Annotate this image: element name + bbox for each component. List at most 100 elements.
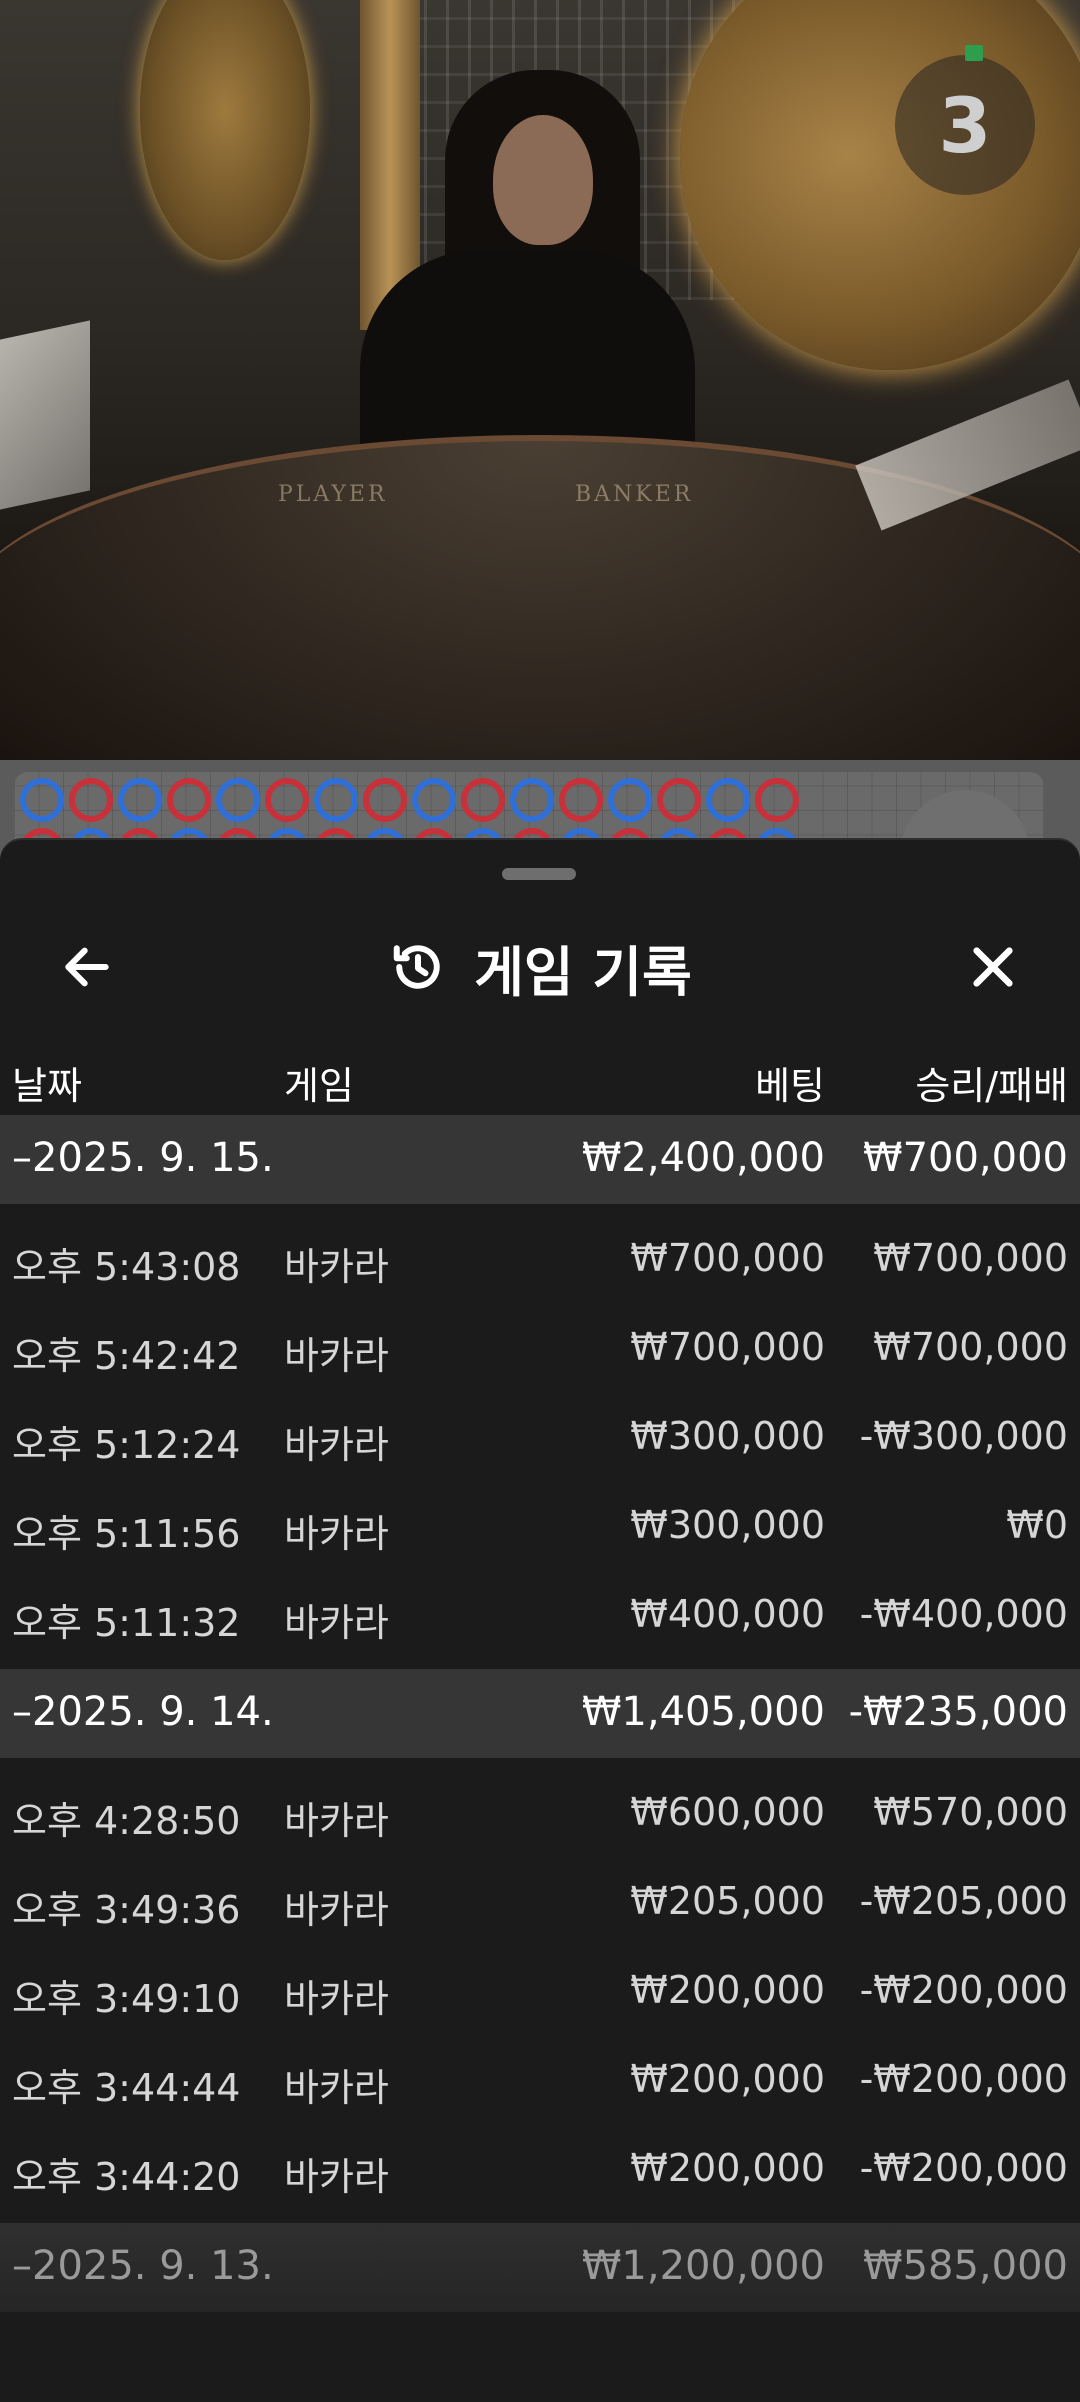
entry-bet: ₩300,000 <box>630 1503 825 1547</box>
entry-time: 오후 3:44:20 <box>12 2155 241 2199</box>
day-bet-total: ₩2,400,000 <box>581 1135 825 1181</box>
history-row[interactable]: 오후 4:28:50 바카라 ₩600,000 ₩570,000 <box>0 1768 1080 1857</box>
entry-game: 바카라 <box>284 1512 389 1556</box>
entry-win-loss: ₩570,000 <box>873 1790 1068 1834</box>
sheet-title-group: 게임 기록 <box>0 927 1080 1007</box>
entry-time: 오후 5:42:42 <box>12 1334 241 1378</box>
entry-time: 오후 5:11:56 <box>12 1512 241 1556</box>
history-row[interactable]: 오후 5:43:08 바카라 ₩700,000 ₩700,000 <box>0 1214 1080 1303</box>
entry-game: 바카라 <box>284 1334 389 1378</box>
entry-bet: ₩205,000 <box>630 1879 825 1923</box>
entry-time: 오후 3:49:36 <box>12 1888 241 1932</box>
road-bead-red <box>69 778 113 822</box>
road-bead-red <box>559 778 603 822</box>
history-row[interactable]: 오후 5:11:56 바카라 ₩300,000 ₩0 <box>0 1481 1080 1570</box>
day-summary-row[interactable]: –2025. 9. 14. ₩1,405,000 -₩235,000 <box>0 1669 1080 1758</box>
history-row[interactable]: 오후 3:49:36 바카라 ₩205,000 -₩205,000 <box>0 1857 1080 1946</box>
history-row[interactable]: 오후 5:42:42 바카라 ₩700,000 ₩700,000 <box>0 1303 1080 1392</box>
day-win-loss-total: -₩235,000 <box>848 1689 1068 1735</box>
road-bead-blue <box>118 778 162 822</box>
entry-game: 바카라 <box>284 2155 389 2199</box>
history-list: –2025. 9. 15. ₩2,400,000 ₩700,000 오후 5:4… <box>0 1115 1080 2312</box>
column-game: 게임 <box>284 1064 354 1108</box>
road-bead-red <box>461 778 505 822</box>
road-bead-red <box>657 778 701 822</box>
entry-time: 오후 5:11:32 <box>12 1601 241 1645</box>
entry-time: 오후 3:44:44 <box>12 2066 241 2110</box>
history-row[interactable]: 오후 3:44:20 바카라 ₩200,000 -₩200,000 <box>0 2124 1080 2213</box>
entry-game: 바카라 <box>284 1799 389 1843</box>
entry-game: 바카라 <box>284 1977 389 2021</box>
table-label-banker: BANKER <box>575 482 694 507</box>
entry-bet: ₩200,000 <box>630 2057 825 2101</box>
entry-game: 바카라 <box>284 2066 389 2110</box>
road-bead-blue <box>216 778 260 822</box>
entry-time: 오후 5:43:08 <box>12 1245 241 1289</box>
entry-win-loss: -₩205,000 <box>859 1879 1068 1923</box>
history-row[interactable]: 오후 5:12:24 바카라 ₩300,000 -₩300,000 <box>0 1392 1080 1481</box>
entry-game: 바카라 <box>284 1888 389 1932</box>
entry-win-loss: -₩400,000 <box>859 1592 1068 1636</box>
entry-game: 바카라 <box>284 1601 389 1645</box>
road-bead-blue <box>608 778 652 822</box>
game-history-sheet: 게임 기록 날짜 게임 베팅 승리/패배 –2025. 9. 15. ₩2,40… <box>0 838 1080 2402</box>
sheet-title: 게임 기록 <box>474 940 692 1004</box>
day-date: –2025. 9. 14. <box>12 1689 274 1735</box>
close-button[interactable] <box>948 922 1038 1012</box>
entry-win-loss: ₩0 <box>1006 1503 1068 1547</box>
road-bead-red <box>363 778 407 822</box>
decorative-panel-right <box>680 0 1080 370</box>
day-summary-row[interactable]: –2025. 9. 13. ₩1,200,000 ₩585,000 <box>0 2223 1080 2312</box>
card-shoe <box>0 320 90 510</box>
history-row[interactable]: 오후 5:11:32 바카라 ₩400,000 -₩400,000 <box>0 1570 1080 1659</box>
column-bet: 베팅 <box>755 1064 825 1108</box>
entry-game: 바카라 <box>284 1245 389 1289</box>
table-label-player: PLAYER <box>278 482 388 507</box>
entry-win-loss: -₩200,000 <box>859 1968 1068 2012</box>
dealer-face <box>493 115 593 245</box>
decorative-panel-left <box>140 0 310 260</box>
day-date: –2025. 9. 13. <box>12 2243 274 2289</box>
day-summary-row[interactable]: –2025. 9. 15. ₩2,400,000 ₩700,000 <box>0 1115 1080 1204</box>
entry-bet: ₩200,000 <box>630 1968 825 2012</box>
entry-bet: ₩400,000 <box>630 1592 825 1636</box>
entry-bet: ₩700,000 <box>630 1325 825 1369</box>
entry-time: 오후 4:28:50 <box>12 1799 241 1843</box>
entry-game: 바카라 <box>284 1423 389 1467</box>
road-bead-blue <box>314 778 358 822</box>
countdown-number: 3 <box>938 80 992 170</box>
entry-win-loss: -₩200,000 <box>859 2146 1068 2190</box>
entry-bet: ₩200,000 <box>630 2146 825 2190</box>
day-bet-total: ₩1,405,000 <box>581 1689 825 1735</box>
history-icon <box>393 945 440 989</box>
road-bead-blue <box>510 778 554 822</box>
entry-bet: ₩300,000 <box>630 1414 825 1458</box>
day-win-loss-total: ₩700,000 <box>863 1135 1068 1181</box>
entry-time: 오후 3:49:10 <box>12 1977 241 2021</box>
history-row[interactable]: 오후 3:44:44 바카라 ₩200,000 -₩200,000 <box>0 2035 1080 2124</box>
entry-win-loss: -₩200,000 <box>859 2057 1068 2101</box>
entry-time: 오후 5:12:24 <box>12 1423 241 1467</box>
column-date: 날짜 <box>12 1064 82 1108</box>
road-bead-red <box>755 778 799 822</box>
entry-bet: ₩700,000 <box>630 1236 825 1280</box>
timer-status-indicator <box>965 45 983 61</box>
history-row[interactable]: 오후 3:49:10 바카라 ₩200,000 -₩200,000 <box>0 1946 1080 2035</box>
drag-handle[interactable] <box>502 868 576 880</box>
road-bead-red <box>265 778 309 822</box>
entry-win-loss: ₩700,000 <box>873 1325 1068 1369</box>
road-bead-blue <box>412 778 456 822</box>
day-win-loss-total: ₩585,000 <box>863 2243 1068 2289</box>
entry-win-loss: -₩300,000 <box>859 1414 1068 1458</box>
road-bead-red <box>167 778 211 822</box>
entry-bet: ₩600,000 <box>630 1790 825 1834</box>
live-video: PLAYER BANKER 3 <box>0 0 1080 760</box>
day-date: –2025. 9. 15. <box>12 1135 274 1181</box>
countdown-timer: 3 <box>895 45 1035 195</box>
column-win-loss: 승리/패배 <box>915 1064 1068 1108</box>
road-bead-blue <box>706 778 750 822</box>
entry-win-loss: ₩700,000 <box>873 1236 1068 1280</box>
column-header: 날짜 게임 베팅 승리/패배 <box>0 1035 1080 1113</box>
close-icon <box>973 947 1013 987</box>
road-bead-blue <box>20 778 64 822</box>
